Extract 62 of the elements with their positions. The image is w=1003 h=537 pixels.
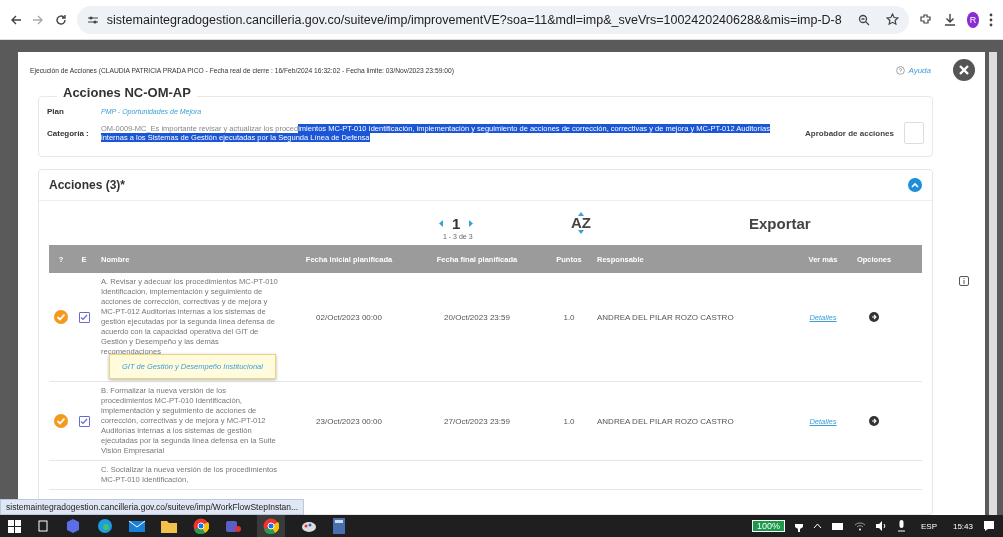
panel-title: Acciones (3)*: [49, 178, 126, 192]
profile-avatar[interactable]: R: [966, 11, 979, 28]
app-icon[interactable]: [65, 518, 81, 534]
chrome-icon[interactable]: [193, 518, 209, 534]
battery-icon[interactable]: [831, 522, 844, 530]
options-icon[interactable]: [869, 312, 879, 322]
sort-button[interactable]: AZ: [571, 212, 591, 234]
plan-label: Plan: [47, 107, 65, 116]
approver-label: Aprobador de acciones: [805, 128, 894, 138]
export-button[interactable]: Exportar: [749, 214, 811, 232]
table-cell: 1.0: [563, 416, 575, 426]
next-page-icon[interactable]: [468, 219, 474, 227]
language-indicator[interactable]: ESP: [920, 521, 937, 531]
task-view-icon[interactable]: [37, 520, 49, 532]
help-icon: [896, 65, 906, 75]
approver-field[interactable]: [904, 122, 924, 144]
star-icon[interactable]: [885, 13, 899, 26]
sort-up-icon: [578, 212, 584, 216]
sort-down-icon: [578, 230, 584, 234]
battery-indicator[interactable]: 100%: [751, 520, 785, 532]
folder-icon[interactable]: [161, 519, 177, 533]
table-cell: 02/Oct/2023 00:00: [316, 312, 382, 322]
microphone-icon[interactable]: [897, 520, 905, 532]
info-icon[interactable]: [959, 276, 969, 286]
teams-icon[interactable]: [225, 518, 241, 534]
windows-start-icon[interactable]: [8, 519, 21, 533]
notification-icon[interactable]: [983, 520, 995, 532]
download-icon[interactable]: [942, 12, 957, 27]
table-cell: 23/Oct/2023 00:00: [316, 416, 382, 426]
clock[interactable]: 15:43: [952, 521, 973, 531]
options-icon[interactable]: [869, 416, 879, 426]
category-label: Categoría :: [47, 128, 90, 138]
scrollbar[interactable]: [989, 52, 997, 515]
back-icon[interactable]: [10, 13, 23, 26]
chevron-icon: [911, 182, 919, 188]
table-cell: 20/Oct/2023 23:59: [444, 312, 510, 322]
zoom-icon[interactable]: [857, 13, 870, 26]
menu-icon[interactable]: [989, 12, 993, 27]
section-title: Acciones NC-OM-AP: [57, 85, 197, 100]
address-bar[interactable]: sistemaintegradogestion.cancilleria.gov.co/suiteve/imp/improvementVE?soa=11&mdl=imp&_sveVrs=1002420240628&&mis=imp-D-8: [76, 5, 909, 34]
table-cell: 27/Oct/2023 23:59: [444, 416, 510, 426]
checkbox[interactable]: [78, 415, 90, 427]
page-number: 1: [452, 214, 461, 232]
speaker-icon[interactable]: [875, 521, 888, 531]
table-cell: ANDREA DEL PILAR ROZO CASTRO: [597, 312, 734, 322]
checkbox[interactable]: [78, 311, 90, 323]
close-icon: [958, 64, 970, 76]
chevron-up-icon[interactable]: [812, 523, 822, 529]
previous-page-icon[interactable]: [439, 219, 444, 227]
mail-icon[interactable]: [129, 519, 145, 533]
close-button[interactable]: [953, 59, 975, 81]
status-url: sistemaintegradogestion.cancilleria.gov.co/suiteve/imp/WorkFlowStepInstan...: [0, 499, 305, 515]
wifi-icon[interactable]: [853, 521, 866, 531]
table-cell: 1.0: [563, 312, 575, 322]
site-settings-icon[interactable]: [86, 14, 99, 25]
table-cell: ANDREA DEL PILAR ROZO CASTRO: [597, 416, 734, 426]
collapse-button[interactable]: [908, 178, 922, 192]
reload-icon[interactable]: [54, 13, 67, 26]
chrome-icon[interactable]: [257, 515, 285, 537]
calculator-icon[interactable]: [333, 518, 345, 534]
extensions-icon[interactable]: [918, 12, 933, 27]
browser-icon[interactable]: [97, 518, 113, 534]
